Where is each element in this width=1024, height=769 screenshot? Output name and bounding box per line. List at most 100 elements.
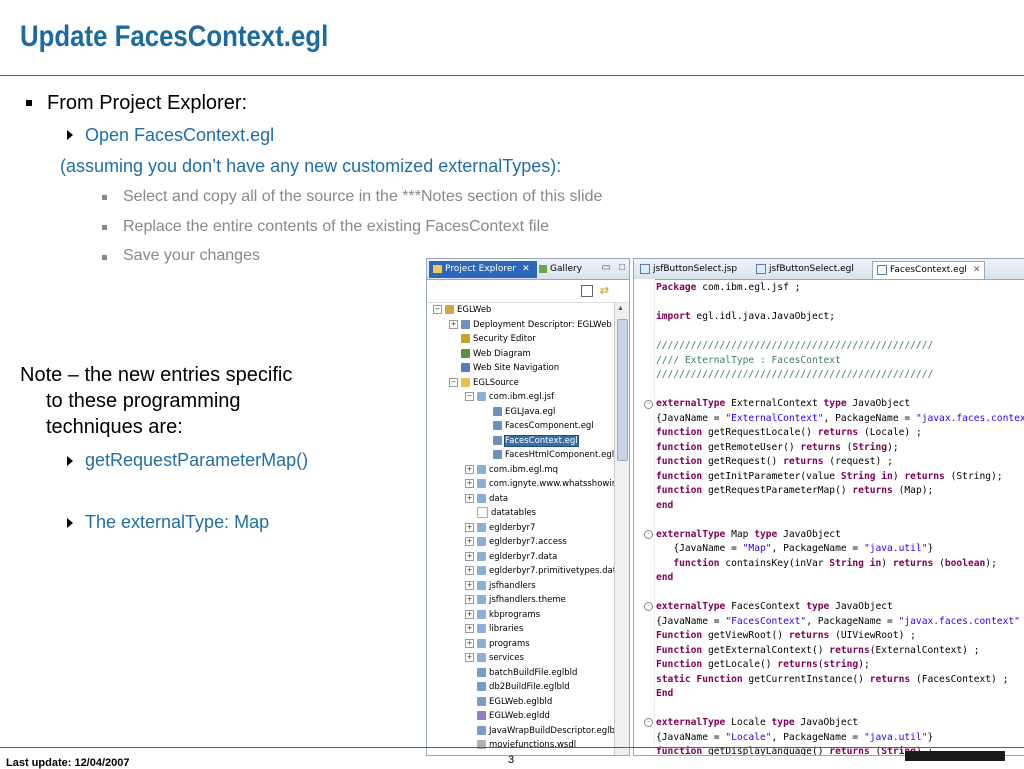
deploy-icon [477, 711, 486, 720]
close-icon[interactable]: ✕ [973, 265, 981, 275]
expand-icon[interactable]: + [465, 609, 474, 619]
code-line: Function getViewRoot() returns (UIViewRo… [656, 630, 916, 641]
minimize-icon[interactable]: ▭ [602, 262, 611, 273]
tree-item[interactable]: batchBuildFile.eglbld [465, 666, 577, 680]
editor-tab-facescontext[interactable]: FacesContext.egl ✕ [872, 261, 986, 279]
tree-item[interactable]: Web Diagram [449, 347, 531, 361]
tree-item[interactable]: + libraries [465, 622, 523, 636]
editor-tab-egl[interactable]: jsfButtonSelect.egl [752, 261, 858, 278]
tree-item[interactable]: EGLWeb.eglbld [465, 695, 552, 709]
tree-item-label: eglderbyr7.access [489, 537, 567, 547]
code-line: function getRequestParameterMap() return… [656, 485, 934, 496]
file-icon [493, 435, 502, 445]
close-icon[interactable]: ✕ [522, 264, 530, 274]
expand-icon[interactable]: + [465, 479, 474, 488]
editor-panel: jsfButtonSelect.jsp jsfButtonSelect.egl … [633, 258, 1024, 756]
editor-tab-jsp[interactable]: jsfButtonSelect.jsp [636, 261, 741, 278]
expand-icon[interactable]: + [465, 493, 474, 503]
fold-collapse-icon[interactable]: − [644, 718, 653, 727]
package-empty-icon [477, 507, 488, 518]
expand-icon[interactable]: + [465, 580, 474, 590]
project-tree-scrollbar[interactable]: ▲ [614, 303, 629, 755]
tab-project-explorer[interactable]: Project Explorer ✕ [429, 261, 537, 278]
tree-item[interactable]: JavaWrapBuildDescriptor.eglbld [465, 724, 623, 738]
tab-gallery[interactable]: Gallery [535, 261, 586, 278]
tree-item[interactable]: Web Site Navigation [449, 361, 559, 375]
folder-icon [433, 264, 442, 273]
file-icon [493, 450, 502, 459]
expand-icon[interactable]: + [465, 653, 474, 662]
file-icon [493, 406, 502, 416]
tree-item[interactable]: Security Editor [449, 332, 536, 346]
expand-icon[interactable]: + [465, 551, 474, 561]
tree-item[interactable]: + programs [465, 637, 530, 651]
code-line: end [656, 572, 674, 583]
tree-item[interactable]: EGLWeb.egldd [465, 709, 550, 723]
tree-item[interactable]: + com.ignyte.www.whatsshowing [465, 477, 623, 491]
tree-item[interactable]: + eglderbyr7 [465, 521, 535, 535]
expand-icon[interactable]: + [465, 638, 474, 648]
tree-item[interactable]: + eglderbyr7.data [465, 550, 557, 564]
tree-item-label: Web Site Navigation [473, 363, 560, 373]
collapse-icon[interactable]: − [449, 377, 458, 387]
tree-item[interactable]: FacesComponent.egl [481, 419, 594, 433]
expand-icon[interactable]: + [465, 595, 474, 604]
maximize-icon[interactable]: □ [619, 262, 625, 273]
bullet-square-icon [102, 225, 107, 230]
editor-tab-egl-label: jsfButtonSelect.egl [769, 264, 854, 274]
tree-item[interactable]: + com.ibm.egl.mq [465, 463, 558, 477]
code-line: End [656, 688, 674, 699]
package-icon [477, 566, 486, 575]
tree-item[interactable]: + Deployment Descriptor: EGLWeb [449, 318, 612, 332]
link-with-editor-icon[interactable]: ⇄ [600, 284, 609, 297]
fold-collapse-icon[interactable]: − [644, 530, 653, 539]
tree-item[interactable]: EGLJava.egl [481, 405, 555, 419]
expand-icon[interactable]: + [449, 319, 458, 329]
tree-item-label: services [489, 653, 524, 663]
expand-icon[interactable]: + [465, 566, 474, 575]
tree-item-label: jsfhandlers.theme [489, 595, 566, 605]
tree-item[interactable]: + jsfhandlers [465, 579, 536, 593]
tree-item[interactable]: FacesContext.egl [481, 434, 579, 448]
tree-item[interactable]: − com.ibm.egl.jsf [465, 390, 554, 404]
tree-item[interactable]: datatables [465, 506, 536, 520]
code-line: {JavaName = "Map", PackageName = "java.u… [656, 543, 934, 554]
code-line: externalType FacesContext type JavaObjec… [656, 601, 893, 612]
scrollbar-thumb[interactable] [617, 319, 628, 461]
fold-collapse-icon[interactable]: − [644, 602, 653, 611]
code-line: externalType Locale type JavaObject [656, 717, 859, 728]
scroll-up-icon[interactable]: ▲ [617, 305, 624, 312]
expand-icon[interactable]: + [465, 537, 474, 546]
folder-icon [461, 377, 470, 387]
tree-item[interactable]: + kbprograms [465, 608, 540, 622]
code-line: function getRequestLocale() returns (Loc… [656, 427, 922, 438]
package-icon [477, 479, 486, 488]
collapse-all-icon[interactable] [581, 285, 593, 297]
logo-icon [905, 751, 1005, 761]
code-line: {JavaName = "FacesContext", PackageName … [656, 615, 1020, 627]
jsp-file-icon [640, 263, 650, 274]
expand-icon[interactable]: + [465, 464, 474, 474]
tree-item[interactable]: + eglderbyr7.access [465, 535, 567, 549]
tree-item[interactable]: db2BuildFile.eglbld [465, 680, 570, 694]
tree-item-label: Deployment Descriptor: EGLWeb [473, 319, 612, 330]
tree-item[interactable]: + eglderbyr7.primitivetypes.data [465, 564, 621, 578]
tree-item[interactable]: − EGLSource [449, 376, 519, 390]
package-icon [477, 580, 486, 590]
tree-item[interactable]: moviefunctions.wsdl [465, 738, 576, 752]
expand-icon[interactable]: + [465, 522, 474, 532]
tree-item[interactable]: + data [465, 492, 508, 506]
fold-collapse-icon[interactable]: − [644, 400, 653, 409]
tree-item-label: FacesHtmlComponent.egl [505, 450, 615, 460]
tree-item-label: programs [489, 638, 530, 649]
collapse-icon[interactable]: − [433, 305, 442, 314]
tree-item[interactable]: FacesHtmlComponent.egl [481, 448, 614, 462]
expand-icon[interactable]: + [465, 624, 474, 633]
tree-item-label: Security Editor [473, 334, 536, 344]
tree-item[interactable]: + jsfhandlers.theme [465, 593, 566, 607]
tree-item[interactable]: + services [465, 651, 524, 665]
bullet-replace-contents: Replace the entire contents of the exist… [123, 218, 550, 235]
security-icon [461, 334, 470, 343]
collapse-icon[interactable]: − [465, 392, 474, 401]
tree-item[interactable]: − EGLWeb [433, 303, 491, 317]
